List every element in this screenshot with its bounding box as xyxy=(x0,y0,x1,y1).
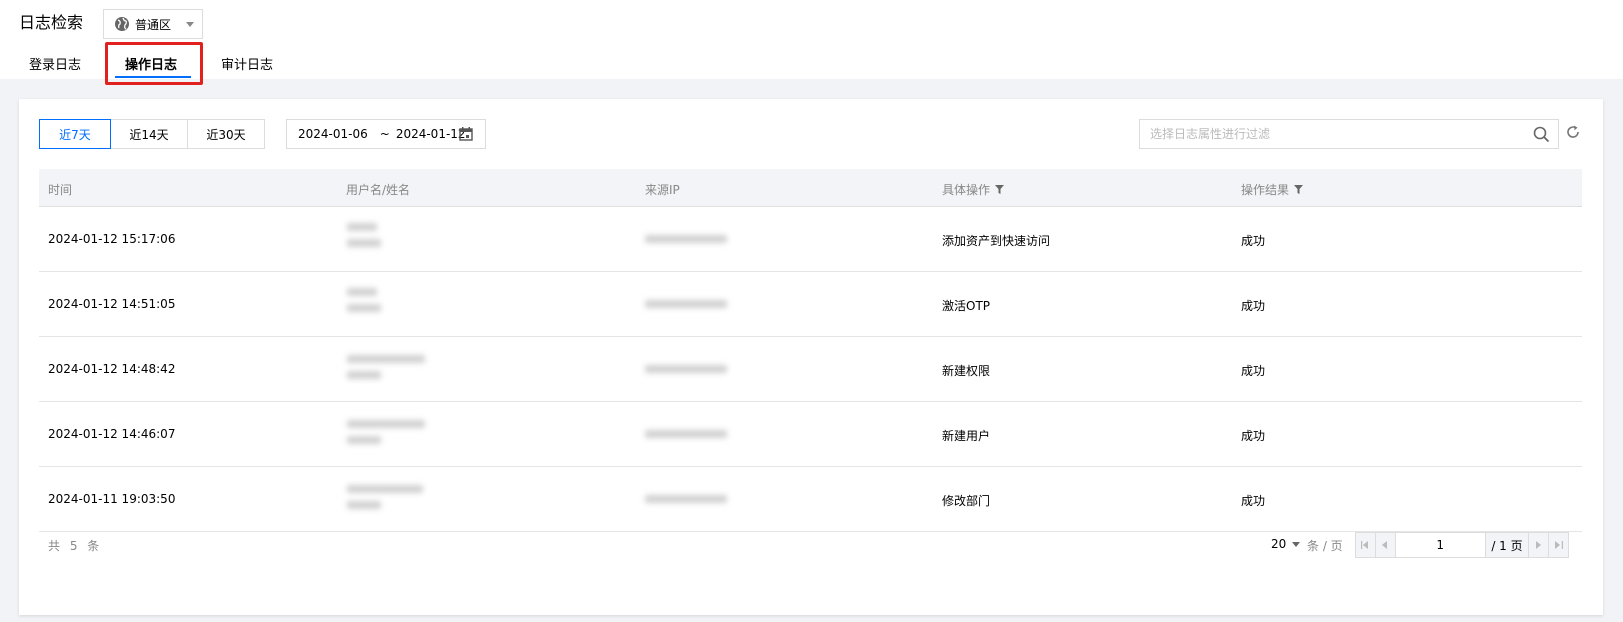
cell-time: 2024-01-12 14:46:07 xyxy=(48,427,176,441)
redacted-user xyxy=(347,223,381,247)
tab-login-log[interactable]: 登录日志 xyxy=(29,54,81,73)
cell-time: 2024-01-12 15:17:06 xyxy=(48,232,176,246)
cell-result: 成功 xyxy=(1241,234,1266,248)
first-page-icon xyxy=(1361,541,1369,549)
column-header-time: 时间 xyxy=(48,183,73,197)
chevron-down-icon xyxy=(1292,541,1301,547)
date-start: 2024-01-06 xyxy=(298,127,368,141)
redacted-user xyxy=(347,485,423,509)
next-page-button[interactable] xyxy=(1528,533,1549,557)
globe-icon xyxy=(114,16,130,32)
cell-result: 成功 xyxy=(1241,494,1266,508)
date-separator: ~ xyxy=(379,127,390,141)
table-row: 2024-01-12 14:48:42 新建权限 成功 xyxy=(39,337,1582,402)
range-7-days-button[interactable]: 近7天 xyxy=(39,119,111,149)
page-size-select[interactable]: 20 xyxy=(1271,537,1301,551)
cell-time: 2024-01-11 19:03:50 xyxy=(48,492,176,506)
total-count: 共 5 条 xyxy=(48,539,103,553)
filter-icon[interactable] xyxy=(1294,185,1304,194)
column-header-source-ip: 来源IP xyxy=(645,183,680,197)
first-page-button[interactable] xyxy=(1356,533,1376,557)
redacted-ip xyxy=(645,300,727,308)
page-size-unit: 条 / 页 xyxy=(1307,539,1343,553)
redacted-ip xyxy=(645,430,727,438)
table-row: 2024-01-11 19:03:50 修改部门 成功 xyxy=(39,467,1582,532)
table-row: 2024-01-12 15:17:06 添加资产到快速访问 成功 xyxy=(39,207,1582,272)
page-number-input[interactable] xyxy=(1395,533,1486,557)
operation-log-table: 时间 用户名/姓名 来源IP 具体操作 操作结果 2024-01-12 15:1… xyxy=(39,169,1582,532)
total-pages: / 1 页 xyxy=(1485,533,1529,557)
date-range-group: 近7天 近14天 近30天 xyxy=(39,119,265,149)
cell-action: 修改部门 xyxy=(942,494,991,508)
redacted-user xyxy=(347,288,381,312)
table-row: 2024-01-12 14:51:05 激活OTP 成功 xyxy=(39,272,1582,337)
next-page-icon xyxy=(1535,541,1541,549)
filter-icon[interactable] xyxy=(995,185,1005,194)
column-header-action-label: 具体操作 xyxy=(942,183,991,197)
cell-result: 成功 xyxy=(1241,299,1266,313)
range-14-days-button[interactable]: 近14天 xyxy=(110,119,188,149)
cell-result: 成功 xyxy=(1241,364,1266,378)
table-header: 时间 用户名/姓名 来源IP 具体操作 操作结果 xyxy=(39,169,1582,207)
redacted-user xyxy=(347,355,425,379)
date-range-picker[interactable]: 2024-01-06 ~ 2024-01-12 xyxy=(286,119,486,149)
range-30-days-button[interactable]: 近30天 xyxy=(187,119,265,149)
last-page-icon xyxy=(1554,541,1563,549)
tab-audit-log[interactable]: 审计日志 xyxy=(221,54,273,73)
search-icon[interactable] xyxy=(1533,126,1550,143)
prev-page-button[interactable] xyxy=(1375,533,1396,557)
chevron-down-icon xyxy=(186,22,194,27)
calendar-icon xyxy=(459,127,473,141)
cell-result: 成功 xyxy=(1241,429,1266,443)
column-header-action[interactable]: 具体操作 xyxy=(942,181,1005,198)
cell-action: 新建用户 xyxy=(942,429,991,443)
page-size-value: 20 xyxy=(1271,537,1287,551)
page-header: 日志检索 普通区 登录日志 操作日志 审计日志 xyxy=(0,0,1623,85)
cell-time: 2024-01-12 14:48:42 xyxy=(48,362,176,376)
region-label: 普通区 xyxy=(135,17,172,32)
page-title: 日志检索 xyxy=(19,13,84,32)
column-header-result[interactable]: 操作结果 xyxy=(1241,181,1304,198)
log-card: 近7天 近14天 近30天 2024-01-06 ~ 2024-01-12 选择… xyxy=(19,99,1603,615)
search-input[interactable] xyxy=(1150,127,1530,141)
region-select[interactable]: 普通区 xyxy=(103,9,203,39)
pagination: / 1 页 xyxy=(1355,532,1569,558)
redacted-ip xyxy=(645,235,727,243)
table-row: 2024-01-12 14:46:07 新建用户 成功 xyxy=(39,402,1582,467)
annotation-highlight-box xyxy=(105,42,203,85)
last-page-button[interactable] xyxy=(1548,533,1568,557)
column-header-user: 用户名/姓名 xyxy=(346,183,411,197)
redacted-ip xyxy=(645,365,727,373)
column-header-result-label: 操作结果 xyxy=(1241,183,1290,197)
cell-action: 添加资产到快速访问 xyxy=(942,234,1051,248)
date-end: 2024-01-12 xyxy=(395,127,466,141)
redacted-user xyxy=(347,420,425,444)
refresh-icon[interactable] xyxy=(1565,124,1581,140)
prev-page-icon xyxy=(1382,541,1388,549)
cell-action: 激活OTP xyxy=(942,299,991,313)
log-filter-search[interactable] xyxy=(1139,119,1559,149)
cell-action: 新建权限 xyxy=(942,364,991,378)
cell-time: 2024-01-12 14:51:05 xyxy=(48,297,176,311)
redacted-ip xyxy=(645,495,727,503)
